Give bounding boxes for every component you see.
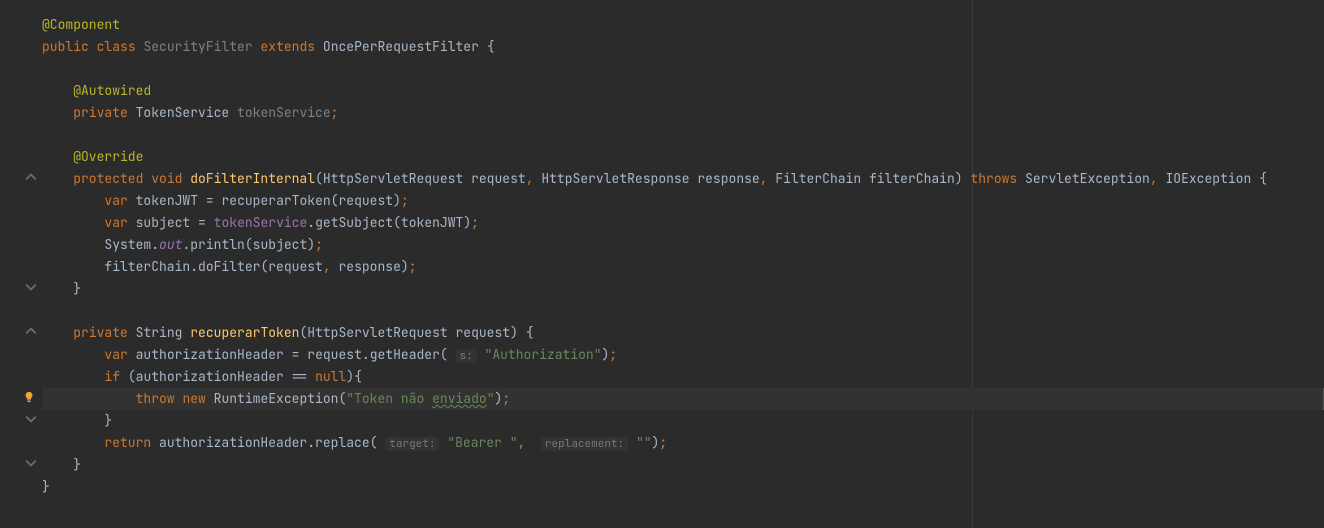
code-line: @Override — [42, 146, 1324, 168]
param-hint: replacement: — [541, 437, 628, 451]
code-line: @Autowired — [42, 80, 1324, 102]
code-line: protected void doFilterInternal(HttpServ… — [42, 168, 1324, 190]
fold-open-icon[interactable] — [24, 324, 38, 338]
param-hint: s: — [456, 349, 477, 363]
code-line: filterChain.doFilter(request, response); — [42, 256, 1324, 278]
code-line: var authorizationHeader = request.getHea… — [42, 344, 1324, 366]
code-line: return authorizationHeader.replace( targ… — [42, 432, 1324, 454]
code-line — [42, 58, 1324, 80]
code-line: private String recuperarToken(HttpServle… — [42, 322, 1324, 344]
code-line: @Component — [42, 14, 1324, 36]
intention-bulb-icon[interactable] — [22, 390, 36, 404]
code-area[interactable]: @Component public class SecurityFilter e… — [42, 0, 1324, 528]
fold-close-icon[interactable] — [24, 412, 38, 426]
fold-open-icon[interactable] — [24, 170, 38, 184]
fold-close-icon[interactable] — [24, 280, 38, 294]
gutter — [0, 0, 42, 528]
code-line — [42, 124, 1324, 146]
fold-close-icon[interactable] — [24, 456, 38, 470]
code-editor[interactable]: @Component public class SecurityFilter e… — [0, 0, 1324, 528]
code-line: var tokenJWT = recuperarToken(request); — [42, 190, 1324, 212]
code-line: } — [42, 410, 1324, 432]
code-line: private TokenService tokenService; — [42, 102, 1324, 124]
code-line: System.out.println(subject); — [42, 234, 1324, 256]
code-line: var subject = tokenService.getSubject(to… — [42, 212, 1324, 234]
active-line: throw new RuntimeException("Token não en… — [42, 388, 1324, 410]
typo-warning: enviado — [432, 390, 487, 407]
annotation: @Component — [42, 16, 120, 33]
code-line: } — [42, 278, 1324, 300]
code-line — [42, 300, 1324, 322]
code-line: if (authorizationHeader == null){ — [42, 366, 1324, 388]
code-line: } — [42, 476, 1324, 498]
code-line: } — [42, 454, 1324, 476]
param-hint: target: — [385, 437, 439, 451]
code-line: public class SecurityFilter extends Once… — [42, 36, 1324, 58]
